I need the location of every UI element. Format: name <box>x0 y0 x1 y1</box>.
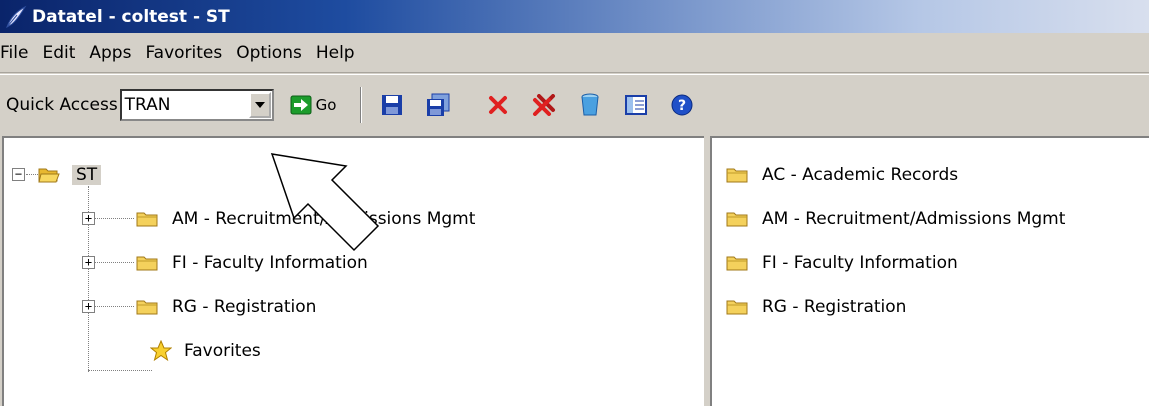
menu-file[interactable]: File <box>0 33 35 73</box>
cancel-all-icon[interactable] <box>532 93 556 117</box>
list-item[interactable]: AC - Academic Records <box>726 160 958 190</box>
expand-toggle[interactable]: + <box>82 300 95 313</box>
tree-item-label: RG - Registration <box>172 297 317 317</box>
window-title: Datatel - coltest - ST <box>32 6 230 27</box>
title-bar: Datatel - coltest - ST <box>0 0 1149 33</box>
list-item-label: FI - Faculty Information <box>762 253 958 273</box>
list-item-label: RG - Registration <box>762 297 907 317</box>
folder-icon <box>136 256 158 271</box>
menu-edit[interactable]: Edit <box>35 33 82 73</box>
quick-access-input[interactable]: TRAN <box>122 95 171 115</box>
tree-item-label: Favorites <box>184 341 261 361</box>
expand-toggle[interactable]: + <box>82 256 95 269</box>
folder-icon <box>726 300 748 315</box>
tree-connector <box>94 306 134 307</box>
help-icon[interactable]: ? <box>670 93 694 117</box>
cancel-icon[interactable] <box>486 93 510 117</box>
dropdown-arrow-button[interactable] <box>248 91 271 118</box>
annotation-arrow <box>270 153 380 252</box>
tree-connector <box>88 370 152 371</box>
menu-options[interactable]: Options <box>229 33 309 73</box>
go-arrow-icon <box>290 95 312 114</box>
list-pane[interactable]: AC - Academic Records AM - Recruitment/A… <box>710 136 1149 406</box>
list-item[interactable]: RG - Registration <box>726 292 906 322</box>
menu-bar: File Edit Apps Favorites Options Help <box>0 33 1149 73</box>
list-item[interactable]: AM - Recruitment/Admissions Mgmt <box>726 204 1065 234</box>
toolbar-separator <box>360 86 363 123</box>
list-item-label: AM - Recruitment/Admissions Mgmt <box>762 209 1066 229</box>
expand-toggle[interactable]: + <box>82 212 95 225</box>
tree-root-st[interactable]: ST <box>38 160 102 190</box>
folder-icon <box>726 212 748 227</box>
quick-access-label: Quick Access <box>6 94 118 115</box>
folder-icon <box>726 168 748 183</box>
tree-item-rg[interactable]: RG - Registration <box>136 292 316 322</box>
toolbar: Quick Access TRAN Go ? <box>0 74 1149 134</box>
chevron-down-icon <box>254 101 265 108</box>
tree-connector <box>94 262 134 263</box>
save-icon[interactable] <box>380 93 404 117</box>
star-icon <box>150 340 172 362</box>
tree-root-label: ST <box>72 165 102 185</box>
menu-help[interactable]: Help <box>309 33 362 73</box>
menu-apps[interactable]: Apps <box>82 33 138 73</box>
go-label: Go <box>315 95 337 114</box>
go-button[interactable]: Go <box>290 95 337 115</box>
list-item-label: AC - Academic Records <box>762 165 959 185</box>
tree-connector <box>94 218 134 219</box>
save-all-icon[interactable] <box>426 93 450 117</box>
open-folder-icon <box>38 168 60 183</box>
tree-item-favorites[interactable]: Favorites <box>150 336 261 366</box>
panel-icon[interactable] <box>624 93 648 117</box>
tree-connector <box>26 174 38 175</box>
menu-favorites[interactable]: Favorites <box>138 33 229 73</box>
folder-icon <box>136 212 158 227</box>
folder-icon <box>136 300 158 315</box>
trash-icon[interactable] <box>578 93 602 117</box>
svg-text:?: ? <box>678 98 686 114</box>
feather-icon[interactable] <box>0 0 32 33</box>
list-item[interactable]: FI - Faculty Information <box>726 248 958 278</box>
folder-icon <box>726 256 748 271</box>
quick-access-combo[interactable]: TRAN <box>119 88 274 121</box>
collapse-toggle[interactable]: − <box>12 168 25 181</box>
